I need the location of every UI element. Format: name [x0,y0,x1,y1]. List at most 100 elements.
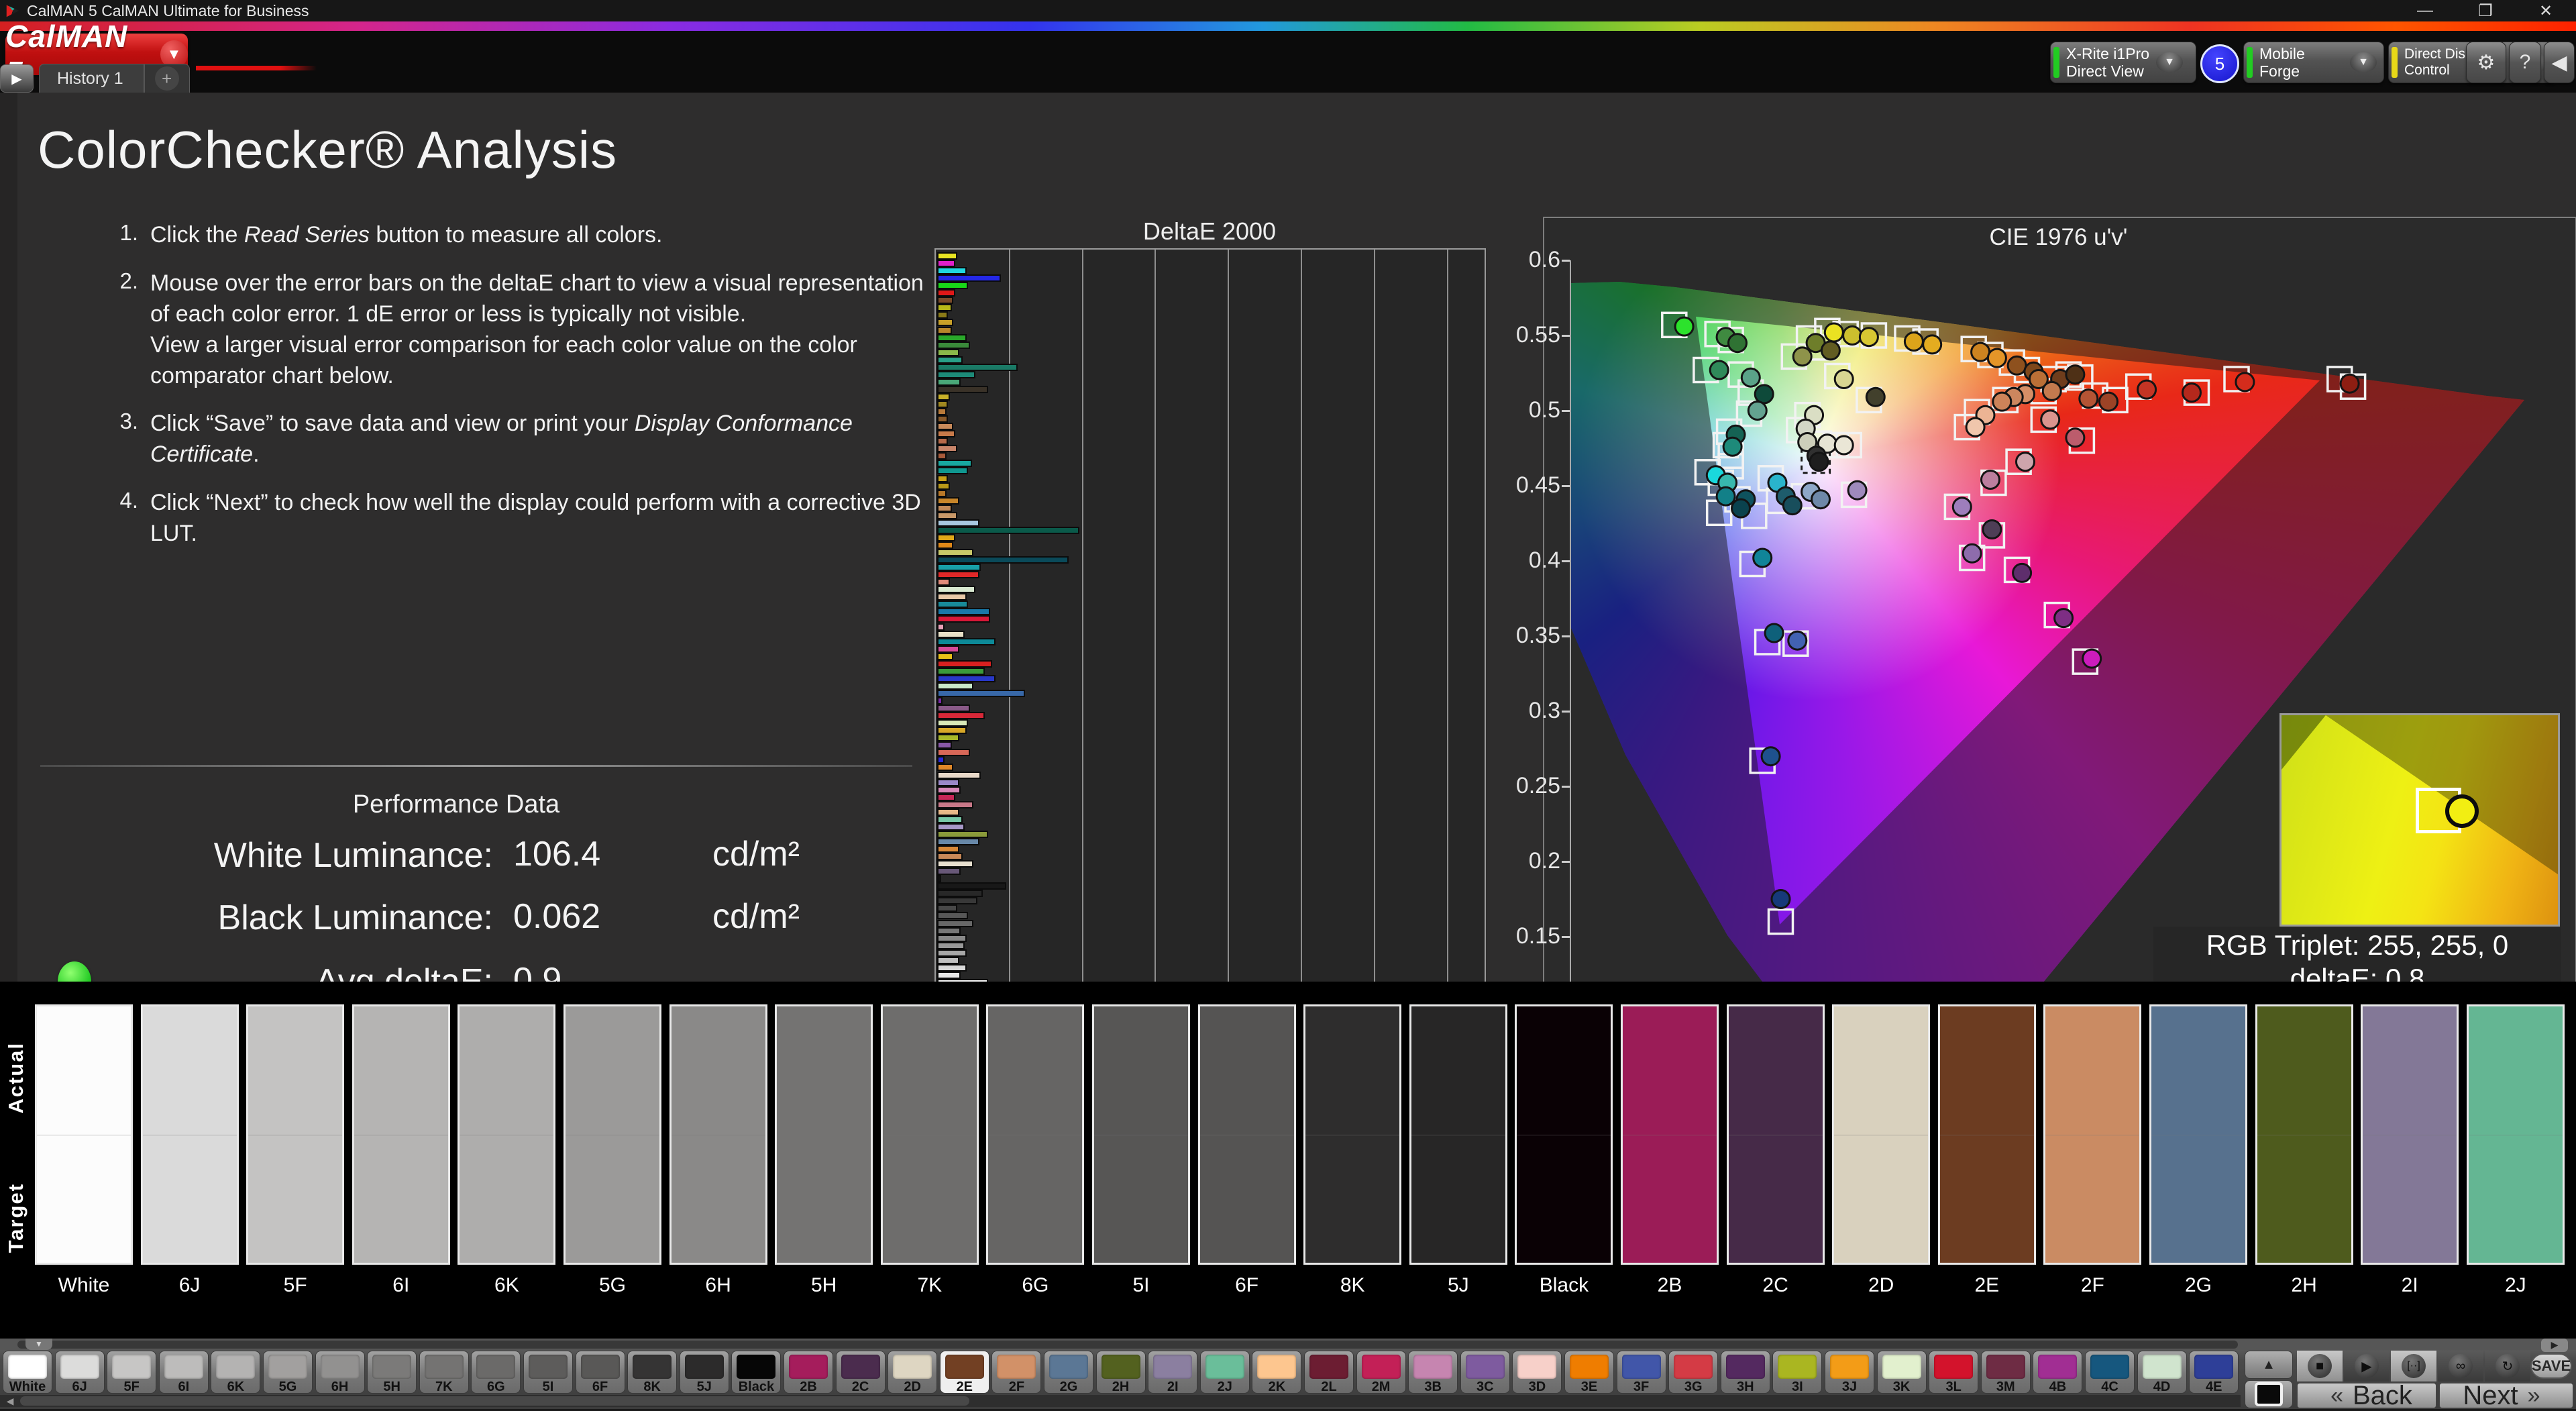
deltae-bar[interactable] [937,326,952,334]
swatch-button-2G[interactable]: 2G [1044,1351,1093,1394]
swatch-button-2J[interactable]: 2J [1199,1351,1250,1394]
swatch-button-2B[interactable]: 2B [784,1351,833,1394]
comparator-patch[interactable] [2043,1004,2142,1265]
deltae-bar[interactable] [937,674,996,682]
comparator-patch[interactable] [140,1004,239,1265]
swatch-button-4B[interactable]: 4B [2033,1351,2083,1394]
save-button[interactable]: SAVE [2530,1353,2572,1379]
scroll-up-button[interactable]: ▲ [2245,1351,2293,1379]
comparator-patch[interactable] [1515,1004,1613,1265]
deltae-bar[interactable] [937,778,959,786]
deltae-bar[interactable] [937,956,959,964]
comparator-patch[interactable] [352,1004,450,1265]
comparator-patch[interactable] [669,1004,767,1265]
swatch-button-3G[interactable]: 3G [1668,1351,1719,1394]
swatch-button-7K[interactable]: 7K [419,1351,469,1394]
swatch-button-5I[interactable]: 5I [523,1351,573,1394]
deltae-bar[interactable] [937,415,949,423]
deltae-bar[interactable] [937,319,954,327]
comparator-patch[interactable] [775,1004,873,1265]
deltae-bar[interactable] [937,260,956,268]
deltae-bar[interactable] [937,600,969,609]
deltae-bar[interactable] [937,741,952,749]
meter-count-badge[interactable]: 5 [2200,44,2239,83]
deltae-bar[interactable] [937,793,956,801]
deltae-bar[interactable] [937,971,961,979]
swatch-button-6I[interactable]: 6I [158,1351,209,1394]
deltae-bar[interactable] [937,304,952,312]
swatch-button-3F[interactable]: 3F [1616,1351,1666,1394]
deltae-bar[interactable] [937,460,972,468]
comparator-patch[interactable] [564,1004,661,1265]
deltae-bar[interactable] [937,890,983,898]
swatch-button-2L[interactable]: 2L [1304,1351,1354,1394]
deltae-bar[interactable] [937,823,965,831]
deltae-bar[interactable] [937,586,976,594]
comparator-patch[interactable] [2361,1004,2459,1265]
deltae-bar[interactable] [937,445,957,453]
deltae-bar[interactable] [937,941,965,949]
tab-scroll-button[interactable]: ▶ [0,64,34,93]
deltae-bar[interactable] [937,845,959,853]
deltae-bar[interactable] [937,815,963,823]
swatch-button-5F[interactable]: 5F [107,1351,157,1394]
deltae-bar[interactable] [937,423,954,431]
deltae-bar[interactable] [937,837,979,845]
deltae-bar[interactable] [937,808,959,816]
refresh-button[interactable]: ↻ [2485,1351,2530,1381]
deltae-chart[interactable] [934,248,1486,989]
deltae-bar[interactable] [937,630,965,638]
deltae-bar[interactable] [937,912,969,920]
comparator-patch[interactable] [1092,1004,1190,1265]
stop-button[interactable]: ■ [2297,1351,2343,1381]
comparator-patch[interactable] [1303,1004,1402,1265]
deltae-bar[interactable] [937,860,974,868]
deltae-bar[interactable] [937,749,970,757]
tab-history-1[interactable]: History 1 [39,64,144,93]
deltae-bar[interactable] [937,897,977,905]
deltae-bar[interactable] [937,549,974,556]
source-dropdown[interactable]: Mobile Forge ▼ [2243,42,2384,83]
swatch-button-8K[interactable]: 8K [627,1351,678,1394]
scroll-left-icon[interactable]: ◀ [1,1395,19,1407]
swatch-button-2I[interactable]: 2I [1148,1351,1198,1394]
meter-dropdown[interactable]: X-Rite i1Pro Direct View ▼ [2050,42,2196,83]
deltae-bar[interactable] [937,697,943,704]
swatch-button-2H[interactable]: 2H [1095,1351,1146,1394]
swatch-button-White[interactable]: White [3,1351,52,1394]
deltae-bar[interactable] [937,526,1080,534]
deltae-bar[interactable] [937,519,979,527]
comparator-patch[interactable] [880,1004,979,1265]
swatch-button-5H[interactable]: 5H [367,1351,417,1394]
toolbar-handle-right[interactable]: ▶ [2541,1339,2568,1352]
swatch-button-2M[interactable]: 2M [1356,1351,1406,1394]
comparator-patch[interactable] [1409,1004,1507,1265]
swatch-button-2C[interactable]: 2C [835,1351,885,1394]
deltae-bar[interactable] [937,274,1002,282]
deltae-bar[interactable] [937,489,947,497]
deltae-bar[interactable] [937,734,959,742]
deltae-bar[interactable] [937,652,954,660]
swatch-button-3D[interactable]: 3D [1512,1351,1562,1394]
deltae-bar[interactable] [937,311,949,319]
swatch-button-3I[interactable]: 3I [1772,1351,1823,1394]
minimize-button[interactable]: — [2395,1,2455,20]
swatch-button-6G[interactable]: 6G [471,1351,521,1394]
patch-strip-scrollbar[interactable]: ◀ [0,1395,2241,1407]
read-series-button[interactable]: [··] [2391,1351,2436,1381]
restore-button[interactable]: ❐ [2455,1,2516,21]
swatch-button-4C[interactable]: 4C [2085,1351,2135,1394]
deltae-bar[interactable] [937,578,951,586]
deltae-bar[interactable] [937,712,985,720]
swatch-button-5G[interactable]: 5G [263,1351,313,1394]
deltae-bar[interactable] [937,800,974,808]
display-pattern-button[interactable] [2245,1380,2293,1408]
swatch-button-3B[interactable]: 3B [1408,1351,1458,1394]
deltae-bar[interactable] [937,682,974,690]
help-button[interactable]: ? [2509,42,2541,83]
deltae-bar[interactable] [937,919,974,927]
swatch-button-2F[interactable]: 2F [991,1351,1042,1394]
swatch-button-6H[interactable]: 6H [315,1351,365,1394]
deltae-bar[interactable] [937,689,1025,697]
add-tab-button[interactable]: + [144,64,190,93]
